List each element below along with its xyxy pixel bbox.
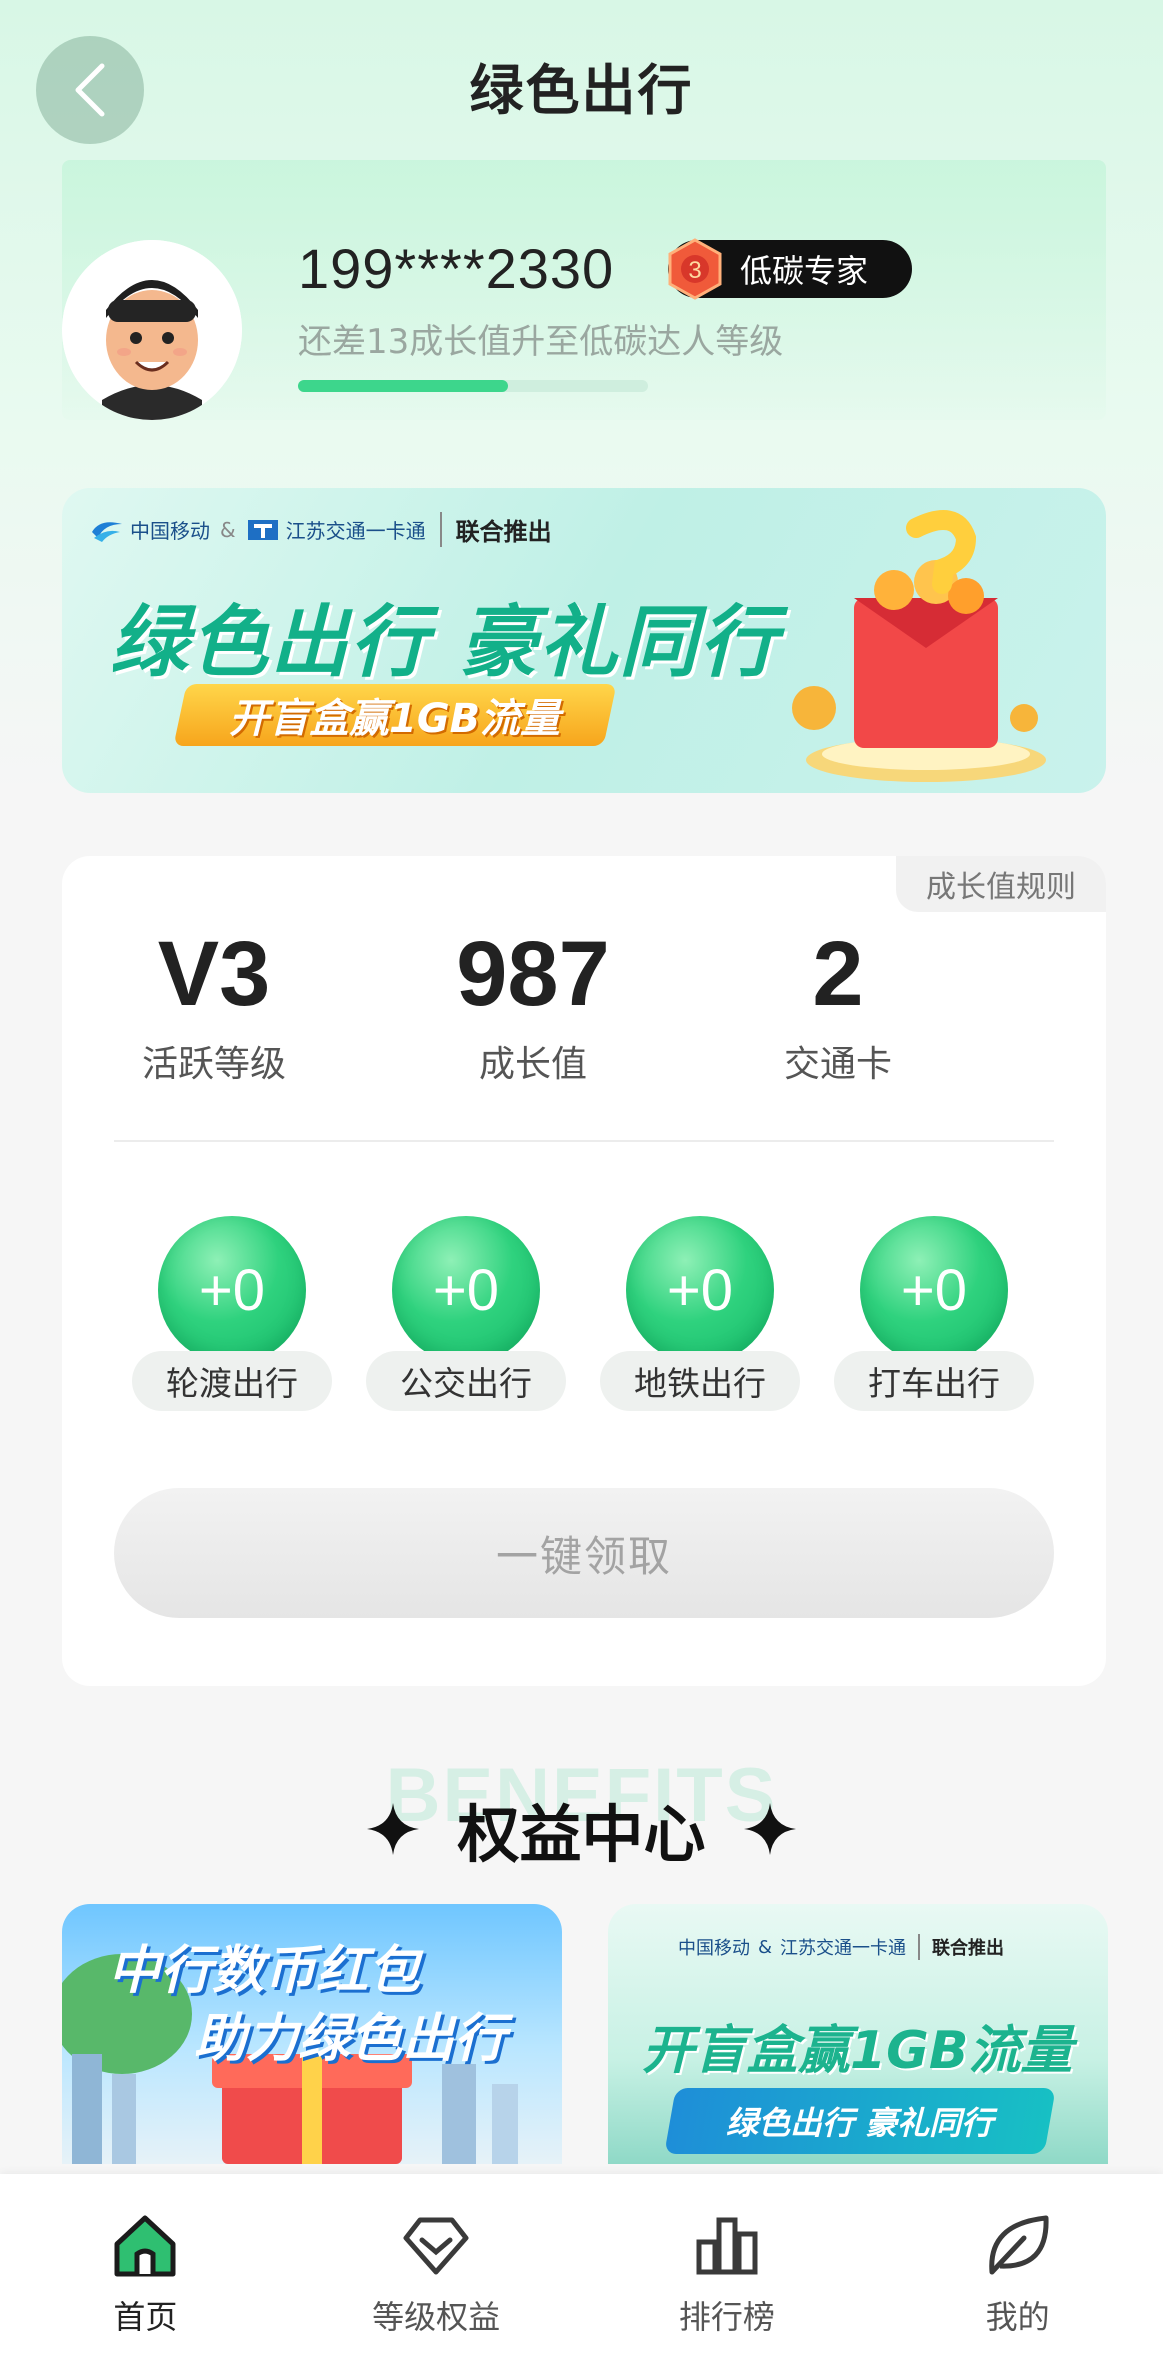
promo-right-partner-2: 江苏交通一卡通 [780, 1938, 907, 1959]
banner-cta-label: 开盲盒赢1GB流量 [229, 696, 561, 742]
travel-taxi[interactable]: +0 打车出行 [834, 1216, 1034, 1416]
tab-ranking[interactable]: 排行榜 [582, 2174, 873, 2374]
china-mobile-logo-icon [92, 521, 122, 542]
promo-right-subtitle: 绿色出行 豪礼同行 [726, 2104, 994, 2142]
travel-metro-label: 地铁出行 [600, 1351, 800, 1411]
promo-right-partners: 中国移动 & 江苏交通一卡通 联合推出 [678, 1934, 1004, 1960]
tab-level-benefits[interactable]: 等级权益 [291, 2174, 582, 2374]
travel-bus[interactable]: +0 公交出行 [366, 1216, 566, 1416]
sparkle-icon [743, 1803, 796, 1855]
tab-mine[interactable]: 我的 [872, 2174, 1163, 2374]
promo-right-joint: 联合推出 [918, 1934, 1004, 1960]
growth-card: 成长值规则 V3 活跃等级 987 成长值 2 交通卡 +0 轮渡出行 +0 公… [62, 856, 1106, 1686]
stat-level-label: 活跃等级 [141, 1043, 286, 1085]
tab-level-benefits-label: 等级权益 [372, 2298, 501, 2336]
stat-growth[interactable]: 987 成长值 [403, 926, 663, 1087]
partner-1-label: 中国移动 [130, 519, 210, 543]
divider [114, 1140, 1054, 1142]
t-union-logo-icon [247, 519, 278, 540]
points-ball: +0 [860, 1216, 1008, 1364]
points-ball: +0 [158, 1216, 306, 1364]
banner-headline: 绿色出行 豪礼同行 [110, 598, 780, 688]
travel-taxi-label: 打车出行 [834, 1351, 1034, 1411]
leaf-icon [988, 2215, 1049, 2275]
benefits-title-text: 权益中心 [457, 1798, 706, 1871]
travel-metro[interactable]: +0 地铁出行 [600, 1216, 800, 1416]
growth-rules-link[interactable]: 成长值规则 [896, 856, 1106, 912]
stat-cards-label: 交通卡 [783, 1043, 892, 1085]
stat-level-value: V3 [157, 923, 271, 1025]
sparkle-icon [367, 1803, 420, 1855]
growth-progress-fill [298, 380, 508, 392]
banner-cta[interactable]: 开盲盒赢1GB流量 [173, 684, 617, 746]
travel-ferry[interactable]: +0 轮渡出行 [132, 1216, 332, 1416]
promo-right-subtitle-plate: 绿色出行 豪礼同行 [664, 2088, 1056, 2154]
claim-all-button[interactable]: 一键领取 [114, 1488, 1054, 1618]
tab-mine-label: 我的 [985, 2298, 1050, 2336]
stat-cards[interactable]: 2 交通卡 [708, 926, 968, 1087]
page-title: 绿色出行 [469, 59, 694, 122]
stat-cards-value: 2 [812, 923, 864, 1025]
red-envelope-gift-icon [792, 510, 1046, 782]
points-ball: +0 [626, 1216, 774, 1364]
promo-card-boc[interactable]: 中行数币红包 助力绿色出行 [62, 1904, 562, 2164]
tab-ranking-label: 排行榜 [678, 2298, 775, 2336]
stat-level[interactable]: V3 活跃等级 [84, 926, 344, 1087]
travel-ferry-label: 轮渡出行 [132, 1351, 332, 1411]
joint-label: 联合推出 [439, 512, 552, 547]
banner-partners: 中国移动 & 江苏交通一卡通 联合推出 [90, 512, 552, 547]
stat-growth-label: 成长值 [478, 1043, 587, 1085]
promo-banner[interactable]: 中国移动 & 江苏交通一卡通 联合推出 绿色出行 豪礼同行 开盲盒赢1GB流量 [62, 488, 1106, 793]
promo-card-blind-box[interactable]: 中国移动 & 江苏交通一卡通 联合推出 开盲盒赢1GB流量 绿色出行 豪礼同行 [608, 1904, 1108, 2164]
promo-left-line1: 中行数币红包 [108, 1941, 421, 2001]
partner-2-label: 江苏交通一卡通 [285, 519, 426, 543]
travel-bus-label: 公交出行 [366, 1351, 566, 1411]
svg-text:3: 3 [688, 257, 701, 284]
tab-home-label: 首页 [113, 2298, 178, 2336]
bottom-tab-bar: 首页 等级权益 排行榜 我的 [0, 2174, 1163, 2374]
phone-number: 199****2330 [298, 237, 615, 300]
growth-progress-bar [298, 380, 648, 392]
level-medal-icon: 3 [668, 238, 722, 300]
progress-hint: 还差13成长值升至低碳达人等级 [298, 322, 784, 362]
promo-right-headline: 开盲盒赢1GB流量 [642, 2021, 1073, 2081]
promo-left-line2: 助力绿色出行 [194, 2009, 507, 2069]
benefits-section-title: 权益中心 [0, 1784, 1163, 1874]
level-badge-title: 低碳专家 [740, 252, 869, 290]
bar-chart-icon [696, 2217, 758, 2275]
points-ball: +0 [392, 1216, 540, 1364]
tab-home[interactable]: 首页 [0, 2174, 291, 2374]
avatar-face-icon [62, 240, 242, 420]
promo-right-partner-1: 中国移动 [678, 1938, 750, 1959]
level-badge[interactable]: 3 低碳专家 [668, 238, 912, 300]
diamond-icon [403, 2217, 469, 2275]
stat-growth-value: 987 [456, 923, 610, 1025]
green-travel-page: 绿色出行 199****2330 3 低碳专家 还差13成长值升至低碳达人等级 [0, 0, 1163, 2374]
home-icon [114, 2215, 176, 2277]
avatar[interactable] [62, 240, 242, 420]
